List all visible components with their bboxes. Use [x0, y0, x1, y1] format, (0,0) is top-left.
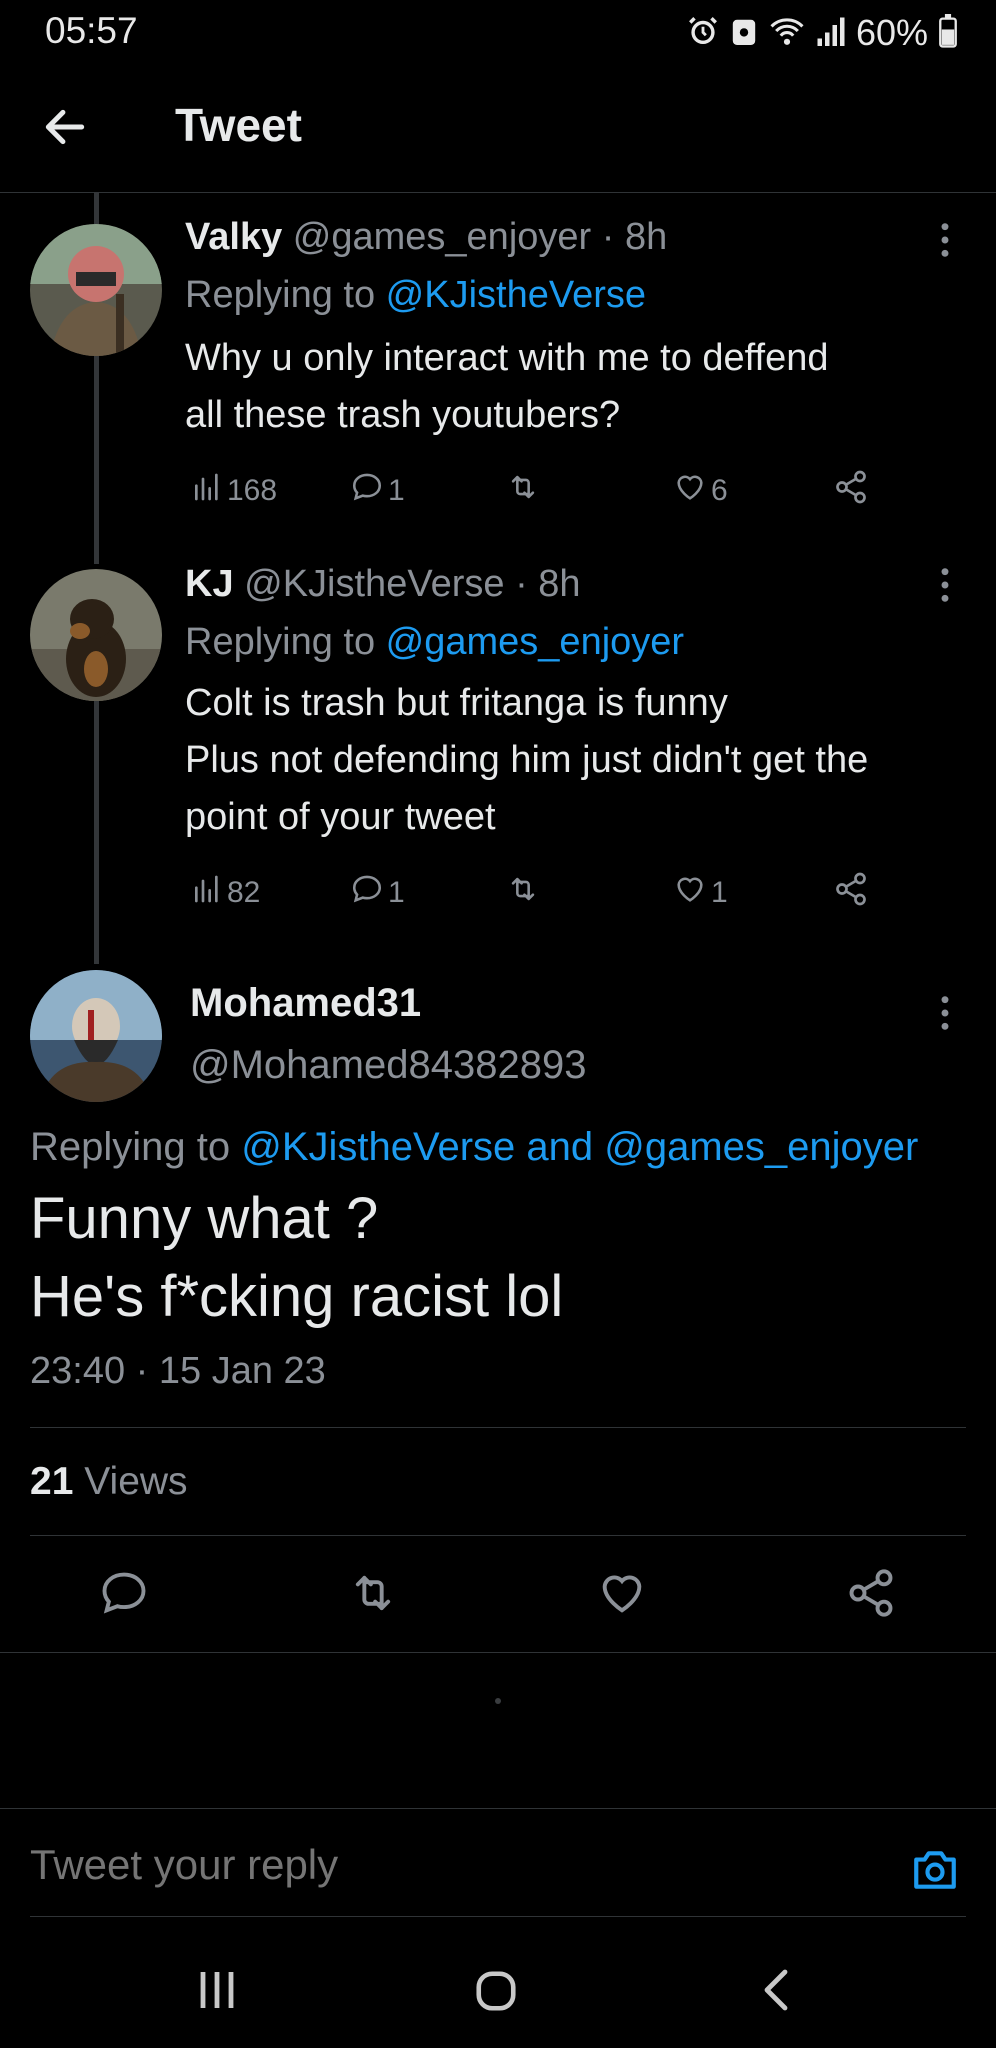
retweet-action[interactable]	[505, 470, 545, 512]
heart-icon	[673, 872, 707, 914]
divider	[0, 1652, 996, 1653]
tweet-actions: 168 1 6	[185, 466, 885, 516]
home-icon[interactable]	[473, 1968, 519, 2019]
thread-tweet[interactable]: KJ @KJistheVerse · 8h Replying to @games…	[0, 545, 996, 945]
tweet-text: Colt is trash but fritanga is funny Plus…	[185, 675, 975, 846]
thread-tweet[interactable]: Valky @games_enjoyer · 8h Replying to @K…	[0, 200, 996, 540]
reply-action[interactable]: 1	[350, 872, 405, 914]
replying-to-label: Replying to	[30, 1125, 242, 1169]
replying-to-label: Replying to	[185, 621, 386, 663]
reply-count: 1	[388, 876, 405, 909]
more-options-icon[interactable]	[930, 565, 960, 605]
like-count: 6	[711, 474, 728, 507]
tweet-text: Funny what ? He's f*cking racist lol	[30, 1180, 960, 1336]
tweet-text-line: Plus not defending him just didn't get t…	[185, 739, 869, 781]
author-handle[interactable]: @KJistheVerse	[244, 563, 504, 605]
views-count: 82	[227, 876, 261, 909]
replying-to-handle[interactable]: @games_enjoyer	[386, 621, 684, 663]
tweet-time: · 8h	[515, 563, 581, 605]
battery-icon	[938, 13, 958, 53]
tweet-text-line: Funny what ?	[30, 1186, 379, 1251]
wifi-icon	[768, 14, 806, 53]
author-name[interactable]: KJ	[185, 563, 234, 605]
avatar[interactable]	[30, 569, 162, 701]
tweet-author-row: Valky @games_enjoyer · 8h	[185, 216, 667, 259]
reply-icon	[350, 470, 384, 512]
alarm-icon	[686, 14, 720, 53]
camera-icon[interactable]	[910, 1847, 960, 1898]
replying-to: Replying to @KJistheVerse	[185, 274, 646, 317]
reply-icon	[350, 872, 384, 914]
tweet-text-line: He's f*cking racist lol	[30, 1264, 564, 1329]
avatar[interactable]	[30, 224, 162, 356]
battery-percentage: 60%	[855, 12, 928, 53]
replying-to: Replying to @KJistheVerse and @games_enj…	[30, 1125, 918, 1170]
share-icon	[833, 469, 869, 513]
status-bar: 05:57 60%	[0, 0, 996, 62]
share-icon[interactable]	[845, 1567, 897, 1624]
divider	[30, 1916, 966, 1917]
avatar[interactable]	[30, 970, 162, 1102]
status-icons: 60%	[686, 12, 958, 54]
tweet-header: Tweet	[0, 62, 996, 193]
views-summary[interactable]: 21 Views	[30, 1460, 188, 1504]
recent-apps-icon[interactable]	[196, 1968, 238, 2017]
tweet-author-row: KJ @KJistheVerse · 8h	[185, 563, 581, 606]
page-title: Tweet	[175, 99, 302, 151]
loading-indicator	[495, 1698, 501, 1704]
views-icon	[191, 873, 223, 913]
heart-icon	[673, 470, 707, 512]
replying-to-handle[interactable]: @KJistheVerse	[386, 274, 646, 316]
reply-action[interactable]: 1	[350, 470, 405, 512]
views-count: 168	[227, 474, 278, 507]
like-action[interactable]: 6	[673, 470, 728, 512]
main-tweet: Mohamed31 @Mohamed84382893 Replying to @…	[0, 955, 996, 1655]
heart-icon[interactable]	[596, 1567, 648, 1624]
replying-to: Replying to @games_enjoyer	[185, 621, 684, 664]
divider	[30, 1535, 966, 1536]
replying-to-label: Replying to	[185, 274, 386, 316]
retweet-icon	[505, 872, 541, 914]
share-icon	[833, 871, 869, 915]
views-action[interactable]: 168	[191, 471, 277, 511]
divider	[30, 1427, 966, 1428]
reply-composer	[0, 1808, 996, 1919]
tweet-time: · 8h	[601, 216, 668, 258]
author-name[interactable]: Mohamed31	[190, 981, 421, 1026]
system-nav-bar	[0, 1920, 996, 2048]
reply-input[interactable]	[30, 1841, 850, 1889]
tweet-text-line: Why u only interact with me to deffend	[185, 337, 829, 379]
replying-to-handles[interactable]: @KJistheVerse and @games_enjoyer	[241, 1125, 918, 1169]
reply-icon[interactable]	[98, 1567, 150, 1624]
views-icon	[191, 471, 223, 511]
back-nav-icon[interactable]	[757, 1966, 793, 2019]
author-handle[interactable]: @games_enjoyer	[293, 216, 591, 258]
tweet-text: Why u only interact with me to deffend a…	[185, 330, 965, 444]
like-action[interactable]: 1	[673, 872, 728, 914]
like-count: 1	[711, 876, 728, 909]
share-action[interactable]	[833, 871, 869, 915]
views-count: 21	[30, 1460, 74, 1503]
status-time: 05:57	[45, 10, 138, 51]
retweet-icon[interactable]	[346, 1567, 400, 1624]
tweet-text-line: all these trash youtubers?	[185, 394, 621, 436]
signal-icon	[816, 14, 846, 53]
views-action[interactable]: 82	[191, 873, 260, 913]
reply-count: 1	[388, 474, 405, 507]
author-name[interactable]: Valky	[185, 216, 282, 258]
author-handle[interactable]: @Mohamed84382893	[190, 1043, 586, 1088]
share-action[interactable]	[833, 469, 869, 513]
retweet-icon	[505, 470, 541, 512]
retweet-action[interactable]	[505, 872, 545, 914]
tweet-actions: 82 1 1	[185, 868, 885, 918]
tweet-timestamp: 23:40 · 15 Jan 23	[30, 1350, 326, 1392]
arrow-left-icon[interactable]	[40, 102, 90, 152]
main-tweet-actions	[0, 1565, 996, 1625]
views-label: Views	[73, 1460, 188, 1503]
more-options-icon[interactable]	[930, 220, 960, 260]
tweet-text-line: point of your tweet	[185, 796, 496, 838]
more-options-icon[interactable]	[930, 993, 960, 1033]
notification-icon	[730, 14, 758, 53]
tweet-text-line: Colt is trash but fritanga is funny	[185, 682, 728, 724]
